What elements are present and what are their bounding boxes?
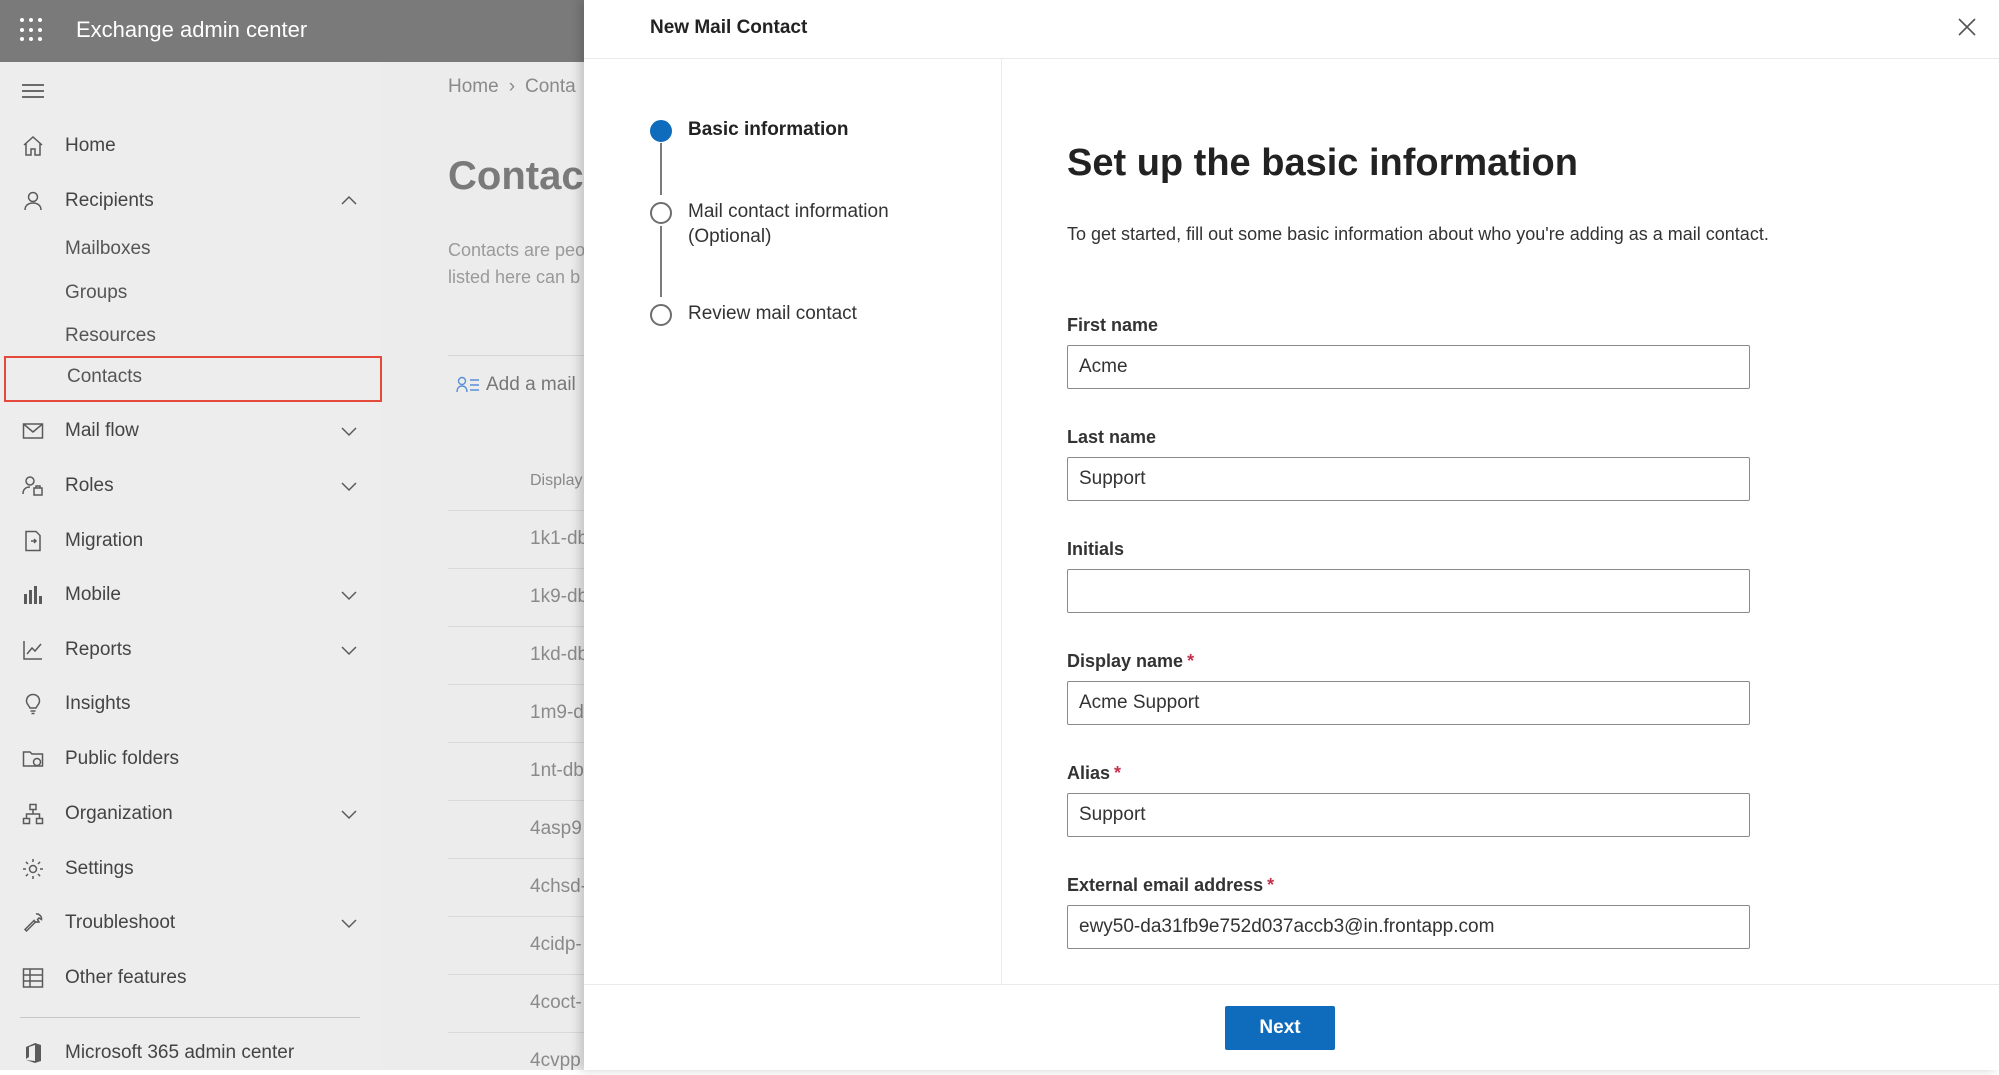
left-navigation: Home Recipients Mailboxes Groups Resourc… [0,62,382,1070]
first-name-label: First name [1067,315,1159,335]
display-name-label: Display name * [1067,651,1195,671]
nav-subitem-resources[interactable]: Resources [0,315,382,359]
wrench-icon [20,910,46,936]
nav-item-roles[interactable]: Roles [0,464,382,508]
alias-input[interactable] [1067,793,1750,837]
breadcrumb: Home › Conta [448,76,576,98]
required-marker: * [1187,651,1195,671]
panel-footer-divider [584,984,1999,985]
nav-item-other-features[interactable]: Other features [0,956,382,1000]
gear-icon [20,856,46,882]
last-name-input[interactable] [1067,457,1750,501]
mobile-icon [20,582,46,608]
nav-subitem-mailboxes[interactable]: Mailboxes [0,228,382,272]
table-row[interactable]: 1kd-db [448,626,584,684]
initials-input[interactable] [1067,569,1750,613]
table-row[interactable]: 4asp9 [448,800,584,858]
panel-header-divider [584,58,1999,59]
table-row[interactable]: 4cidp- [448,916,584,974]
nav-item-m365-admin-center[interactable]: Microsoft 365 admin center [0,1031,382,1075]
person-icon [20,188,46,214]
external-email-input[interactable] [1067,905,1750,949]
nav-item-organization[interactable]: Organization [0,792,382,836]
table-row[interactable]: 4chsd- [448,858,584,916]
panel-title: New Mail Contact [650,17,808,38]
page-description: Contacts are peo listed here can b [448,240,584,287]
contacts-page-background: Home › Conta Contact Contacts are peo list… [382,62,584,1070]
step-connector [660,143,662,195]
nav-subitem-contacts[interactable]: Contacts [4,356,382,402]
nav-item-reports[interactable]: Reports [0,628,382,672]
add-contact-icon [456,376,479,393]
first-name-input[interactable] [1067,345,1750,389]
collapse-nav-icon[interactable] [22,84,44,100]
form-description: To get started, fill out some basic info… [1067,224,1769,244]
page-title: Contact [448,154,584,198]
command-bar-divider [448,355,584,356]
initials-label: Initials [1067,539,1125,559]
required-marker: * [1114,763,1122,783]
nav-item-settings[interactable]: Settings [0,847,382,891]
steps-divider [1001,59,1002,984]
office-icon [20,1040,46,1066]
close-icon [1958,18,1976,36]
home-icon [20,133,46,159]
mail-icon [20,418,46,444]
app-title: Exchange admin center [76,17,308,42]
column-header-display-name[interactable]: Display [530,472,582,490]
nav-item-home[interactable]: Home [0,124,382,168]
nav-item-recipients[interactable]: Recipients [0,179,382,223]
nav-item-mail-flow[interactable]: Mail flow [0,409,382,453]
step-pending-indicator [650,304,672,326]
required-marker: * [1267,875,1275,895]
close-panel-button[interactable] [1954,14,1980,40]
next-button[interactable]: Next [1225,1006,1335,1050]
breadcrumb-home[interactable]: Home [448,76,499,97]
nav-subitem-groups[interactable]: Groups [0,272,382,316]
grid-icon [20,965,46,991]
chevron-up-icon[interactable] [338,190,360,212]
form-heading: Set up the basic information [1067,142,1578,184]
nav-item-mobile[interactable]: Mobile [0,573,382,617]
app-launcher-icon[interactable] [20,18,44,42]
nav-item-troubleshoot[interactable]: Troubleshoot [0,901,382,945]
add-mail-contact-button[interactable]: Add a mail [456,374,576,396]
alias-label: Alias * [1067,763,1122,783]
breadcrumb-separator-icon: › [508,76,516,97]
chevron-down-icon[interactable] [338,475,360,497]
nav-item-insights[interactable]: Insights [0,682,382,726]
last-name-label: Last name [1067,427,1157,447]
table-row[interactable]: 1k1-db [448,510,584,568]
nav-item-migration[interactable]: Migration [0,519,382,563]
display-name-input[interactable] [1067,681,1750,725]
step-pending-indicator [650,202,672,224]
table-row[interactable]: 4cvpp [448,1032,584,1070]
organization-icon [20,801,46,827]
chevron-down-icon[interactable] [338,639,360,661]
table-row[interactable]: 1nt-db [448,742,584,800]
new-mail-contact-panel: New Mail Contact Basic information Mail … [584,0,1999,1070]
lightbulb-icon [20,691,46,717]
reports-icon [20,637,46,663]
step-active-indicator [650,120,672,142]
step-connector [660,226,662,297]
chevron-down-icon[interactable] [338,803,360,825]
folder-icon [20,746,46,772]
table-row[interactable]: 1k9-db [448,568,584,626]
roles-icon [20,473,46,499]
chevron-down-icon[interactable] [338,420,360,442]
table-row[interactable]: 4coct- [448,974,584,1032]
nav-divider [20,1017,360,1018]
nav-item-public-folders[interactable]: Public folders [0,737,382,781]
chevron-down-icon[interactable] [338,912,360,934]
breadcrumb-contacts: Conta [525,76,576,97]
migration-icon [20,528,46,554]
chevron-down-icon[interactable] [338,584,360,606]
table-row[interactable]: 1m9-d [448,684,584,742]
external-email-label: External email address * [1067,875,1275,895]
